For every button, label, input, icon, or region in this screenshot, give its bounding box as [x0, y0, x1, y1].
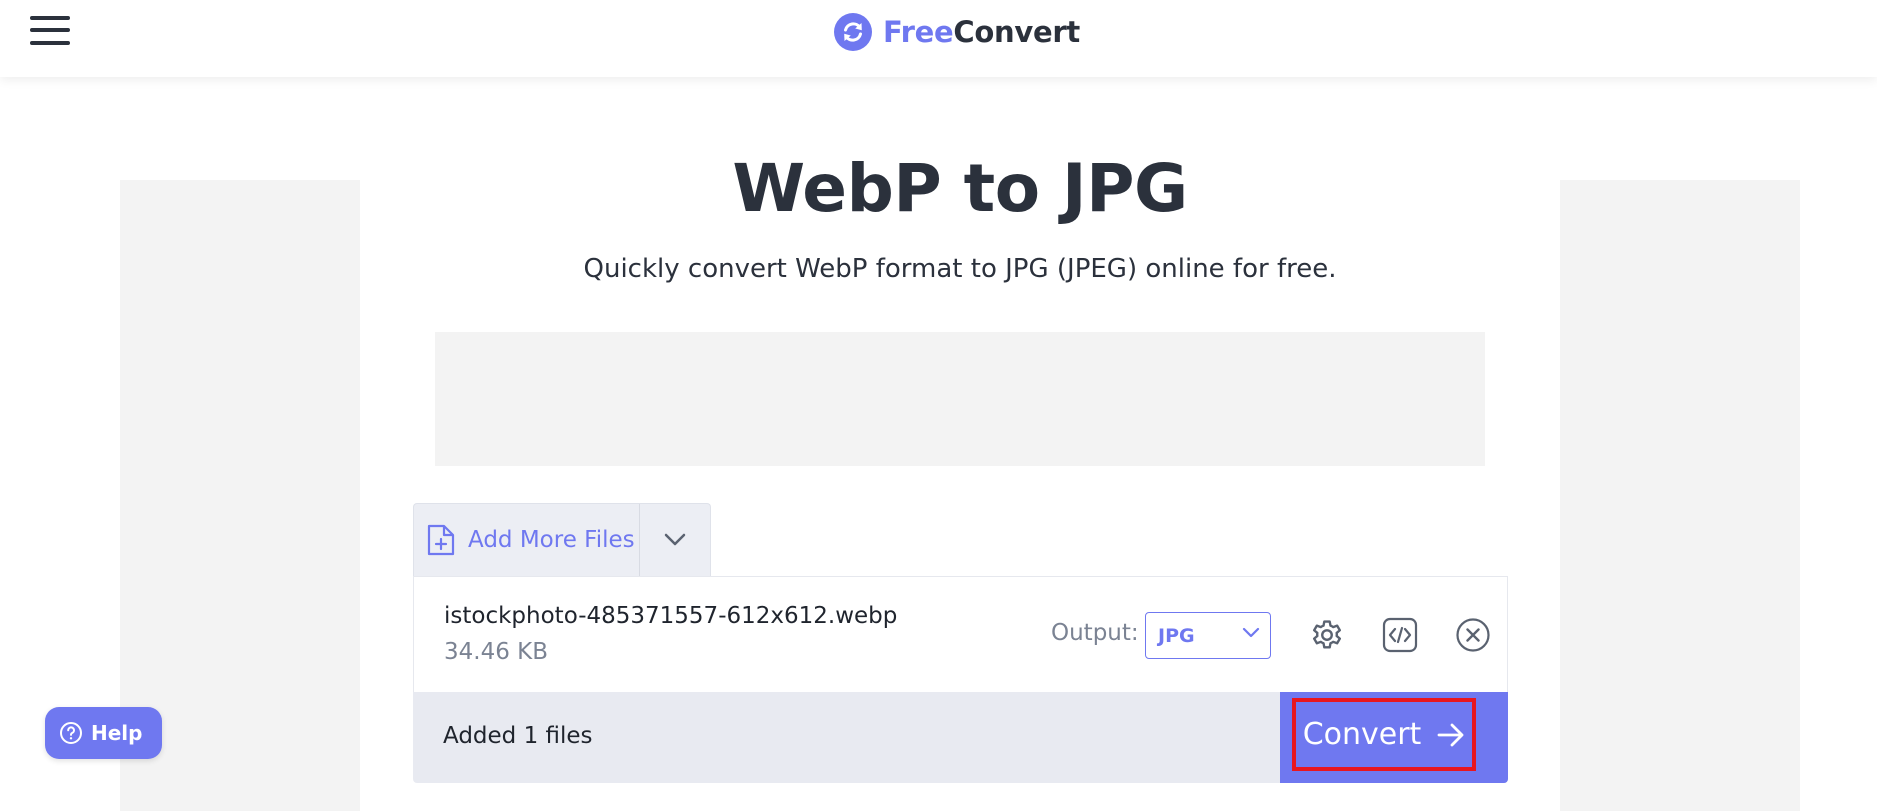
code-icon: [1382, 617, 1418, 653]
convert-area: Convert: [1280, 692, 1508, 783]
chevron-down-icon: [664, 533, 686, 546]
convert-button[interactable]: Convert: [1292, 698, 1476, 771]
conversion-footer-bar: Added 1 files Convert: [413, 692, 1508, 783]
add-files-dropdown-toggle[interactable]: [640, 504, 710, 576]
file-size: 34.46 KB: [444, 639, 549, 665]
files-count-text: Added 1 files: [443, 723, 593, 749]
banner-ad-placeholder: [435, 332, 1485, 466]
file-settings-button[interactable]: [1305, 613, 1349, 657]
embed-code-button[interactable]: [1378, 613, 1422, 657]
output-format-value: JPG: [1158, 624, 1195, 647]
right-ad-placeholder: [1560, 180, 1800, 811]
close-circle-icon: [1456, 618, 1490, 652]
output-format-select[interactable]: JPG: [1145, 612, 1271, 659]
brand-name-free: Free: [883, 15, 954, 49]
freeconvert-logo[interactable]: FreeConvert: [834, 12, 1080, 52]
help-label: Help: [91, 721, 143, 745]
file-row: istockphoto-485371557-612x612.webp 34.46…: [413, 576, 1508, 692]
page-title: WebP to JPG: [732, 150, 1188, 227]
refresh-arrows-icon: [834, 13, 872, 51]
gear-icon: [1312, 620, 1342, 649]
question-circle-icon: [60, 722, 82, 744]
file-name: istockphoto-485371557-612x612.webp: [444, 603, 898, 629]
help-button[interactable]: Help: [45, 707, 162, 759]
convert-label: Convert: [1302, 717, 1422, 752]
arrow-right-icon: [1437, 723, 1464, 746]
chevron-down-icon: [1242, 627, 1260, 638]
add-more-files-control: Add More Files: [413, 503, 711, 576]
brand-name: FreeConvert: [883, 15, 1080, 49]
top-navigation-bar: FreeConvert: [0, 0, 1877, 77]
output-format-label: Output:: [1051, 620, 1139, 646]
add-more-files-label: Add More Files: [468, 527, 635, 553]
remove-file-button[interactable]: [1451, 613, 1495, 657]
add-more-files-button[interactable]: Add More Files: [414, 504, 640, 576]
brand-name-convert: Convert: [953, 15, 1080, 49]
file-plus-icon: [427, 524, 455, 556]
hamburger-menu-icon[interactable]: [30, 14, 71, 47]
page-subtitle: Quickly convert WebP format to JPG (JPEG…: [583, 254, 1337, 284]
